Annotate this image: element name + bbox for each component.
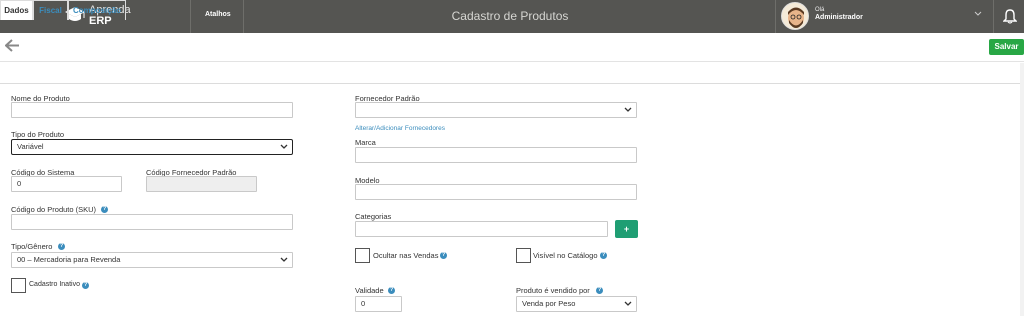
help-icon[interactable]: ? <box>596 287 603 294</box>
page-title: Cadastro de Produtos <box>451 9 569 23</box>
tab-fiscal[interactable]: Fiscal <box>33 0 68 20</box>
help-icon[interactable]: ? <box>82 282 89 289</box>
user-name[interactable]: Administrador <box>815 14 863 21</box>
inactive-checkbox[interactable] <box>11 278 26 293</box>
visible-catalog-label: Visível no Catálogo <box>533 251 598 260</box>
system-code-input[interactable]: 0 <box>11 176 122 192</box>
chevron-down-icon[interactable] <box>974 11 982 17</box>
greeting: Olá <box>815 7 825 13</box>
validity-label: Validade <box>355 286 384 295</box>
divider <box>775 0 776 33</box>
change-suppliers-link[interactable]: Alterar/Adicionar Fornecedores <box>355 125 445 132</box>
product-type-select[interactable]: Variável <box>11 139 293 155</box>
hide-sales-label: Ocultar nas Vendas <box>373 251 439 260</box>
save-button[interactable]: Salvar <box>989 39 1024 55</box>
product-type-label: Tipo do Produto <box>11 130 65 139</box>
genre-label: Tipo/Gênero <box>11 242 53 251</box>
brand-label: Marca <box>355 138 376 147</box>
divider <box>993 0 994 33</box>
help-icon[interactable]: ? <box>388 287 395 294</box>
model-input[interactable] <box>355 184 637 200</box>
chevron-down-icon <box>624 107 632 112</box>
genre-value: 00 – Mercadoria para Revenda <box>17 255 121 264</box>
tab-dados[interactable]: Dados <box>0 0 33 20</box>
hide-sales-checkbox[interactable] <box>355 248 370 263</box>
brand-input[interactable] <box>355 147 637 163</box>
categories-label: Categorias <box>355 212 392 221</box>
help-icon[interactable]: ? <box>101 206 108 213</box>
top-bar: Aprenda ERP Atalhos Cadastro de Produtos… <box>0 0 1024 33</box>
supplier-code-input <box>146 176 257 192</box>
product-type-value: Variável <box>17 142 44 151</box>
visible-catalog-checkbox[interactable] <box>516 248 531 263</box>
avatar[interactable] <box>781 2 809 30</box>
categories-input[interactable] <box>355 221 608 237</box>
sold-by-value: Venda por Peso <box>522 299 576 308</box>
help-icon[interactable]: ? <box>440 252 447 259</box>
sku-input[interactable] <box>11 214 293 230</box>
help-icon[interactable]: ? <box>58 243 65 250</box>
tab-underline <box>0 83 1024 84</box>
scrollbar[interactable] <box>1020 63 1024 316</box>
inactive-label: Cadastro Inativo <box>29 281 80 288</box>
divider <box>243 0 244 33</box>
bell-icon[interactable] <box>1003 8 1017 24</box>
sku-label: Código do Produto (SKU) <box>11 205 97 214</box>
tab-composicao[interactable]: Composição <box>68 0 126 20</box>
validity-input[interactable]: 0 <box>355 296 402 312</box>
help-icon[interactable]: ? <box>600 252 607 259</box>
genre-select[interactable]: 00 – Mercadoria para Revenda <box>11 252 293 268</box>
chevron-down-icon <box>280 144 288 149</box>
product-name-input[interactable] <box>11 102 293 118</box>
shortcuts-menu[interactable]: Atalhos <box>205 11 231 18</box>
divider <box>190 0 191 33</box>
divider <box>0 61 1024 62</box>
sold-by-select[interactable]: Venda por Peso <box>516 296 637 312</box>
sold-by-label: Produto é vendido por <box>516 286 590 295</box>
default-supplier-select[interactable] <box>355 102 637 118</box>
arrow-left-icon[interactable] <box>5 39 20 52</box>
chevron-down-icon <box>624 301 632 306</box>
add-category-button[interactable]: + <box>615 220 638 238</box>
chevron-down-icon <box>280 257 288 262</box>
